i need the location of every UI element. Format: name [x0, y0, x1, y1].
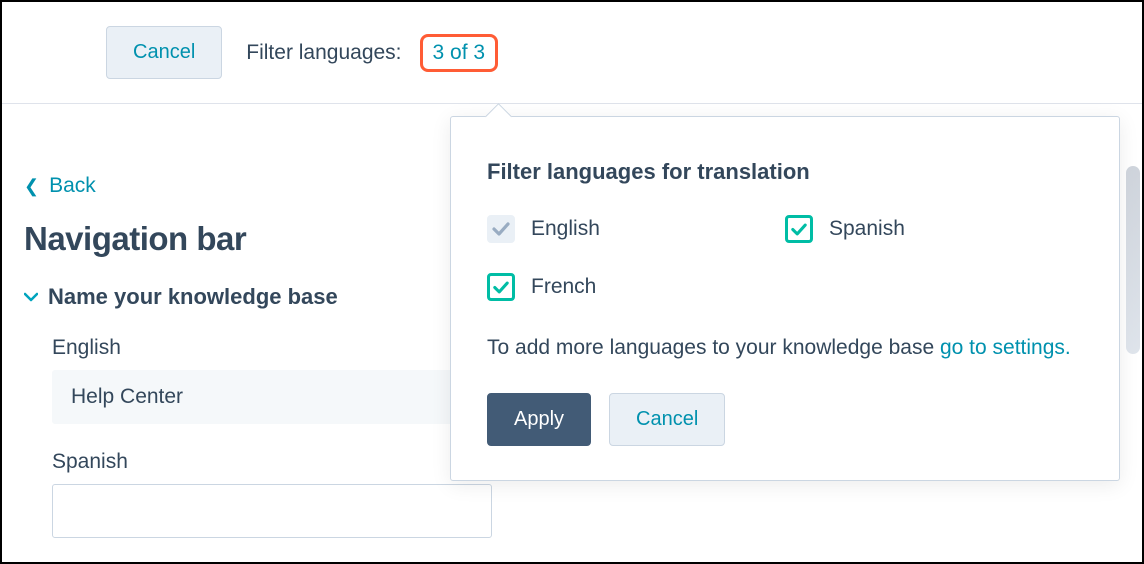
top-bar: Cancel Filter languages: 3 of 3: [2, 2, 1142, 104]
left-panel: ❮ Back Navigation bar Name your knowledg…: [24, 174, 494, 538]
page-title: Navigation bar: [24, 220, 494, 258]
field-english: English Help Center: [52, 336, 494, 424]
helper-text: To add more languages to your knowledge …: [487, 336, 940, 359]
field-english-value[interactable]: Help Center: [52, 370, 492, 424]
section-toggle[interactable]: Name your knowledge base: [24, 284, 494, 310]
checkbox-spanish-icon: [785, 215, 813, 243]
field-spanish: Spanish: [52, 450, 494, 538]
chevron-down-icon: [24, 290, 38, 306]
lang-label-english: English: [531, 217, 600, 241]
go-to-settings-link[interactable]: go to settings.: [940, 336, 1071, 359]
lang-label-french: French: [531, 275, 596, 299]
filter-count-highlight: 3 of 3: [420, 34, 499, 72]
lang-item-spanish[interactable]: Spanish: [785, 215, 1083, 243]
popover-actions: Apply Cancel: [487, 393, 1083, 446]
popover-helper-text: To add more languages to your knowledge …: [487, 331, 1083, 365]
popover-cancel-button-label: Cancel: [636, 408, 698, 431]
filter-count-toggle[interactable]: 3 of 3: [433, 41, 486, 64]
checkbox-english-icon: [487, 215, 515, 243]
lang-item-english[interactable]: English: [487, 215, 785, 243]
back-link[interactable]: ❮ Back: [24, 174, 96, 198]
lang-label-spanish: Spanish: [829, 217, 905, 241]
scrollbar[interactable]: [1126, 166, 1140, 354]
popover-cancel-button[interactable]: Cancel: [609, 393, 725, 446]
apply-button-label: Apply: [514, 408, 564, 431]
section-title: Name your knowledge base: [48, 284, 338, 310]
filter-languages-popover: Filter languages for translation English…: [450, 116, 1120, 481]
popover-title: Filter languages for translation: [487, 159, 1083, 185]
back-link-label: Back: [49, 174, 96, 198]
cancel-button-label: Cancel: [133, 41, 195, 64]
field-english-label: English: [52, 336, 494, 360]
field-spanish-label: Spanish: [52, 450, 494, 474]
checkbox-french-icon: [487, 273, 515, 301]
field-spanish-input[interactable]: [52, 484, 492, 538]
language-grid: English Spanish French: [487, 215, 1083, 301]
cancel-button[interactable]: Cancel: [106, 26, 222, 79]
chevron-left-icon: ❮: [24, 177, 39, 195]
lang-item-french[interactable]: French: [487, 273, 785, 301]
filter-languages-label: Filter languages:: [246, 41, 401, 65]
apply-button[interactable]: Apply: [487, 393, 591, 446]
